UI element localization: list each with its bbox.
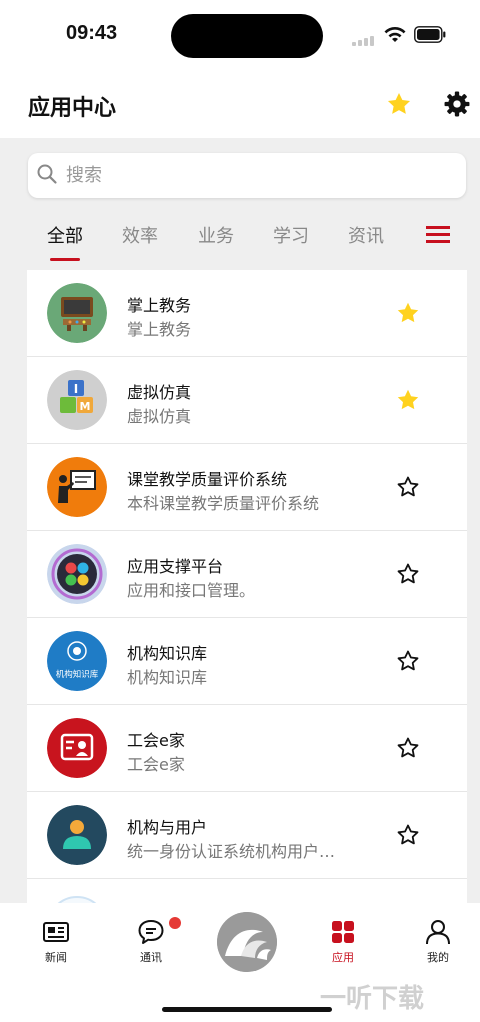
search-icon: [37, 164, 57, 184]
knowledge-base-icon: 机构知识库: [47, 631, 107, 691]
star-filled-icon[interactable]: [396, 388, 420, 412]
app-description: 虚拟仿真: [127, 407, 192, 426]
blocks-icon: I M: [47, 370, 107, 430]
star-outline-icon[interactable]: [396, 649, 420, 673]
home-indicator[interactable]: [162, 1007, 332, 1012]
app-description: 本科课堂教学质量评价系统: [127, 494, 320, 513]
star-outline-icon[interactable]: [396, 475, 420, 499]
app-name: 机构知识库: [127, 644, 208, 663]
app-row-app-support-platform[interactable]: 应用支撑平台 应用和接口管理。: [27, 531, 467, 618]
app-description: 工会e家: [127, 755, 185, 774]
tab-news[interactable]: 资讯: [348, 222, 384, 248]
user-icon: [47, 805, 107, 865]
menu-icon[interactable]: [426, 224, 450, 244]
app-row-knowledge-base[interactable]: 机构知识库 机构知识库 机构知识库: [27, 618, 467, 705]
watermark: 一听下载: [320, 984, 425, 1014]
svg-text:M: M: [80, 400, 91, 413]
tab-study[interactable]: 学习: [273, 222, 309, 248]
id-card-icon: [47, 718, 107, 778]
app-name: 应用支撑平台: [127, 557, 224, 576]
app-row-zhangshang-jiaowu[interactable]: 掌上教务 掌上教务: [27, 270, 467, 357]
app-name: 机构与用户: [127, 818, 208, 837]
star-outline-icon[interactable]: [396, 562, 420, 586]
app-description: 统一身份认证系统机构用户…: [127, 842, 336, 861]
battery-icon: [414, 26, 446, 43]
tab-efficiency[interactable]: 效率: [122, 222, 158, 248]
app-name: 工会e家: [127, 731, 185, 750]
app-description: 掌上教务: [127, 320, 192, 339]
star-outline-icon[interactable]: [396, 823, 420, 847]
app-description: 应用和接口管理。: [127, 581, 256, 600]
newspaper-icon: [43, 922, 69, 942]
svg-text:I: I: [74, 382, 78, 396]
teacher-icon: [47, 457, 107, 517]
signal-icon: [352, 36, 378, 46]
app-name: 掌上教务: [127, 296, 192, 315]
wifi-icon: [384, 27, 406, 42]
nav-news[interactable]: 新闻: [26, 918, 86, 965]
nav-profile-label: 我的: [427, 951, 449, 964]
notification-badge: [169, 917, 181, 929]
favorites-star-icon[interactable]: [386, 91, 412, 117]
active-tab-indicator: [50, 258, 80, 261]
apps-grid-icon: [332, 921, 354, 943]
status-time: 09:43: [66, 22, 118, 44]
center-logo-button[interactable]: [217, 912, 277, 972]
tab-business[interactable]: 业务: [198, 222, 234, 248]
app-row-teaching-evaluation[interactable]: 课堂教学质量评价系统 本科课堂教学质量评价系统: [27, 444, 467, 531]
star-outline-icon[interactable]: [396, 736, 420, 760]
nav-profile[interactable]: 我的: [408, 918, 468, 965]
nav-apps[interactable]: 应用: [313, 918, 373, 965]
nav-apps-label: 应用: [332, 951, 354, 964]
app-row-virtual-simulation[interactable]: I M 虚拟仿真 虚拟仿真: [27, 357, 467, 444]
tab-all[interactable]: 全部: [47, 222, 83, 248]
app-grid-icon: [47, 544, 107, 604]
status-bar: 09:43: [0, 0, 480, 70]
app-name: 虚拟仿真: [127, 383, 192, 402]
person-icon: [426, 920, 450, 945]
dynamic-island: [171, 14, 323, 58]
settings-gear-icon[interactable]: [444, 91, 470, 117]
blackboard-icon: [47, 283, 107, 343]
nav-news-label: 新闻: [45, 951, 67, 964]
app-row-org-users[interactable]: 机构与用户 统一身份认证系统机构用户…: [27, 792, 467, 879]
app-list: 掌上教务 掌上教务 I M 虚拟仿真 虚拟仿真 课堂教学质量评价系统 本科课堂教…: [27, 270, 467, 910]
app-description: 机构知识库: [127, 668, 208, 687]
star-filled-icon[interactable]: [396, 301, 420, 325]
knowledge-base-icon-text: 机构知识库: [56, 669, 99, 680]
page-title: 应用中心: [28, 96, 117, 121]
chat-bubble-icon: [138, 920, 164, 944]
app-name: 课堂教学质量评价系统: [127, 470, 288, 489]
nav-messages-label: 通讯: [140, 951, 162, 964]
search-input[interactable]: [66, 160, 426, 190]
app-row-union-home[interactable]: 工会e家 工会e家: [27, 705, 467, 792]
